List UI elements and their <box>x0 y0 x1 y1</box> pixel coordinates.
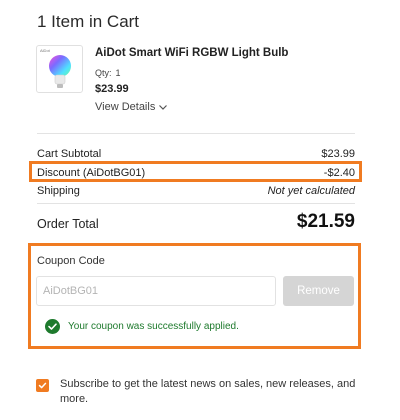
cart-title: 1 Item in Cart <box>37 12 140 31</box>
coupon-label: Coupon Code <box>37 255 105 267</box>
subtotal-label: Cart Subtotal <box>37 148 102 160</box>
remove-coupon-button[interactable]: Remove <box>283 276 354 306</box>
order-total-value: $21.59 <box>296 211 355 232</box>
qty-label: Qty: <box>95 68 112 78</box>
view-details-label: View Details <box>95 101 156 113</box>
discount-value: -$2.40 <box>323 167 355 179</box>
coupon-success-message: Your coupon was successfully applied. <box>45 319 239 334</box>
shipping-value: Not yet calculated <box>267 185 355 197</box>
subtotal-value: $23.99 <box>321 148 355 160</box>
subscribe-checkbox[interactable] <box>36 379 49 392</box>
discount-row: Discount (AiDotBG01) -$2.40 <box>37 167 355 179</box>
shipping-row: Shipping Not yet calculated <box>37 185 355 197</box>
subtotal-row: Cart Subtotal $23.99 <box>37 148 355 160</box>
success-text: Your coupon was successfully applied. <box>68 321 239 332</box>
discount-label: Discount (AiDotBG01) <box>37 167 146 179</box>
check-circle-icon <box>45 319 60 334</box>
subscribe-label[interactable]: Subscribe to get the latest news on sale… <box>60 377 360 407</box>
product-thumbnail[interactable]: AiDot <box>36 45 83 93</box>
product-price: $23.99 <box>95 83 129 95</box>
divider <box>37 203 355 204</box>
divider <box>37 133 355 134</box>
thumbnail-brand-text: AiDot <box>40 48 50 53</box>
checkmark-icon <box>38 382 47 389</box>
product-name[interactable]: AiDot Smart WiFi RGBW Light Bulb <box>95 47 288 59</box>
product-qty: Qty: 1 <box>95 68 121 78</box>
qty-value: 1 <box>115 68 121 78</box>
shipping-label: Shipping <box>37 185 80 197</box>
light-bulb-image <box>49 55 71 88</box>
chevron-down-icon <box>159 105 168 110</box>
order-total-label: Order Total <box>37 217 99 231</box>
coupon-input[interactable] <box>36 276 276 306</box>
view-details-toggle[interactable]: View Details <box>95 101 168 113</box>
